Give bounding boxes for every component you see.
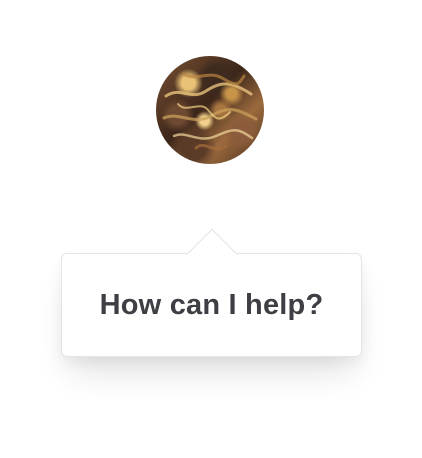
bubble-pointer [187, 229, 237, 255]
help-prompt-card[interactable]: How can I help? [61, 253, 362, 357]
assistant-avatar-icon[interactable] [156, 56, 264, 164]
help-prompt-text: How can I help? [99, 288, 324, 321]
help-prompt-bubble[interactable]: How can I help? [61, 229, 362, 357]
assistant-screen: How can I help? [0, 0, 422, 458]
